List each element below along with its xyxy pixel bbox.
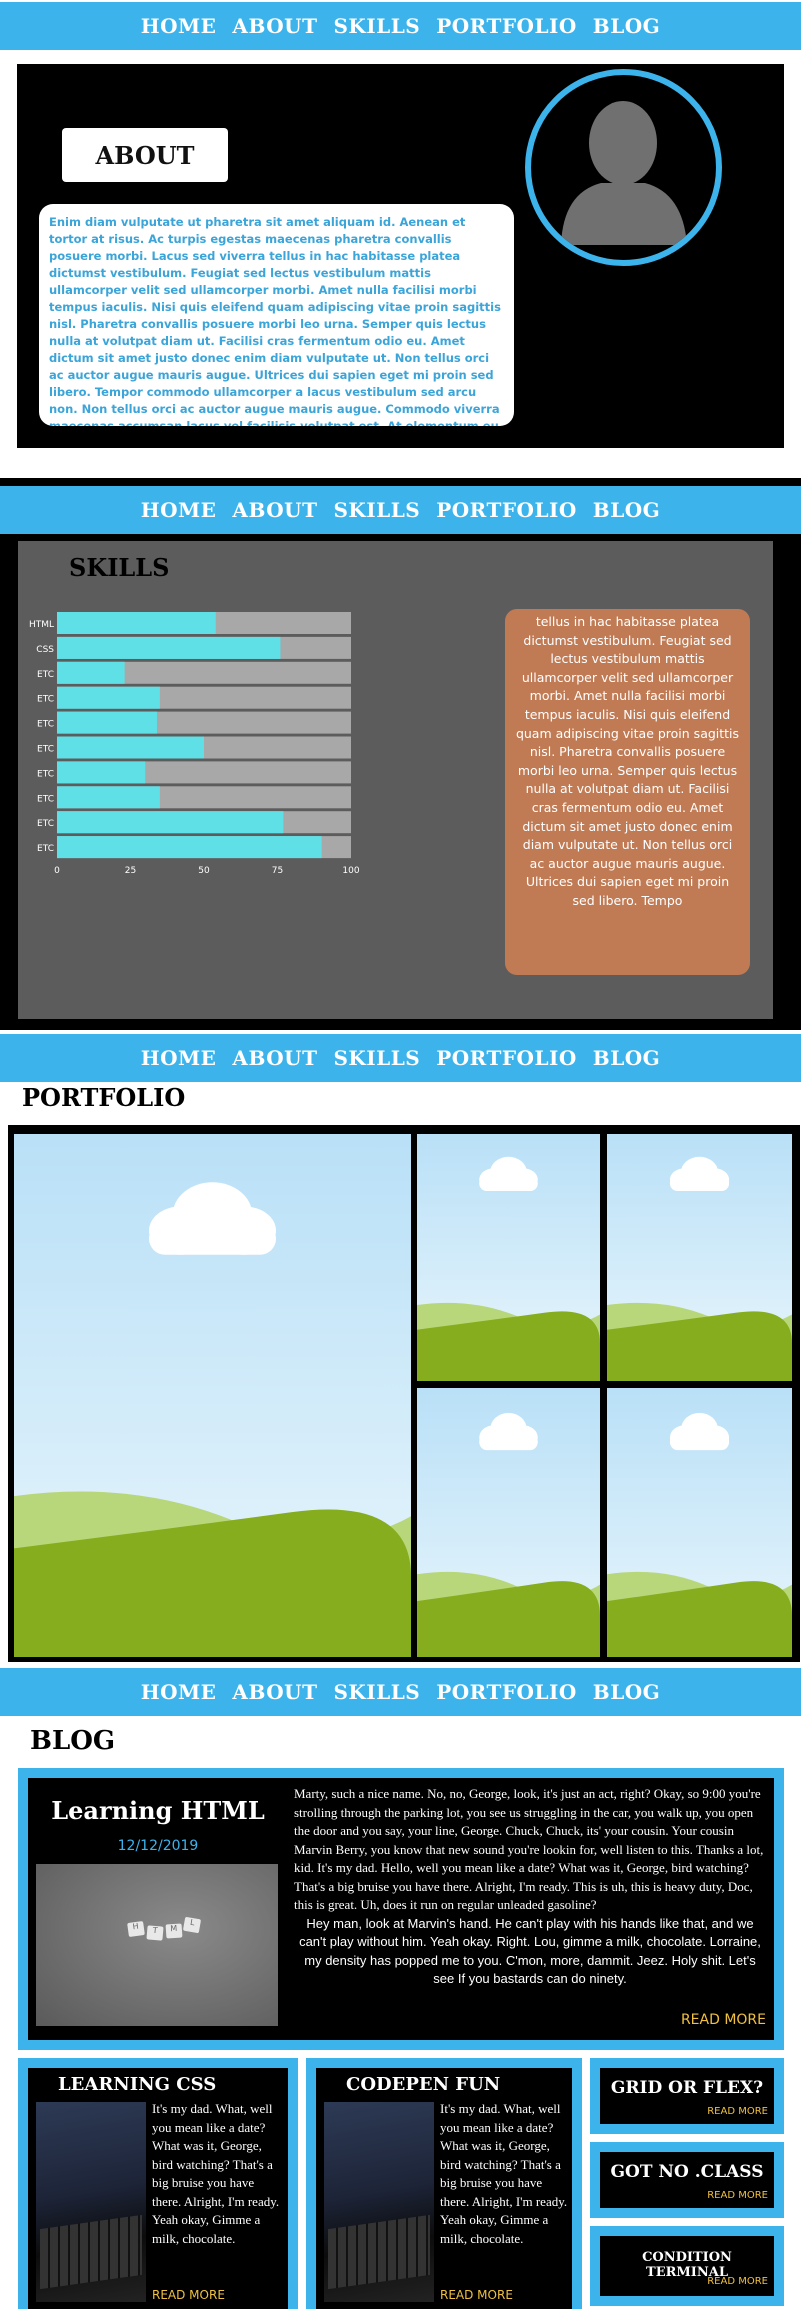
scrabble-tile: L xyxy=(182,1916,202,1934)
blog-nav: HOME ABOUT SKILLS PORTFOLIO BLOG xyxy=(0,1668,801,1716)
nav-portfolio[interactable]: PORTFOLIO xyxy=(436,14,577,38)
card-title[interactable]: GRID OR FLEX? xyxy=(600,2078,774,2098)
x-tick-label: 25 xyxy=(125,866,136,876)
skill-label: ETC xyxy=(37,695,54,705)
portfolio-title: PORTFOLIO xyxy=(22,1083,186,1112)
skill-bar xyxy=(57,686,160,709)
person-icon xyxy=(561,101,687,245)
read-more-link[interactable]: READ MORE xyxy=(440,2288,513,2302)
skill-bar xyxy=(57,636,281,659)
skills-title: SKILLS xyxy=(69,553,170,582)
avatar xyxy=(525,69,722,266)
blog-card: LEARNING CSS It's my dad. What, well you… xyxy=(18,2058,298,2309)
x-tick-label: 0 xyxy=(54,866,60,876)
skill-label: ETC xyxy=(37,769,54,779)
blog-title: BLOG xyxy=(30,1726,116,1756)
nav-blog[interactable]: BLOG xyxy=(593,498,660,522)
skill-bar xyxy=(57,736,204,759)
skill-label: ETC xyxy=(37,819,54,829)
blog-post-main: Learning HTML 12/12/2019 H T M L Marty, … xyxy=(18,1768,784,2050)
post-date: 12/12/2019 xyxy=(117,1838,199,1854)
skill-bar xyxy=(57,612,216,634)
nav-portfolio[interactable]: PORTFOLIO xyxy=(436,1680,577,1704)
card-title[interactable]: LEARNING CSS xyxy=(58,2074,216,2095)
nav-skills[interactable]: SKILLS xyxy=(333,1046,420,1070)
x-tick-label: 75 xyxy=(272,866,283,876)
nav-skills[interactable]: SKILLS xyxy=(333,1680,420,1704)
portfolio-image-large[interactable] xyxy=(14,1134,411,1657)
post-text: Marty, such a nice name. No, no, George,… xyxy=(294,1786,764,1912)
skills-panel: tellus in hac habitasse platea dictumst … xyxy=(505,609,750,975)
skills-chart: HTML CSS ETC ETC ETC ETC ETC ETC ETC ETC 0 25 50 75 10… xyxy=(29,612,360,876)
nav-home[interactable]: HOME xyxy=(141,1680,217,1704)
portfolio-image[interactable] xyxy=(607,1134,792,1381)
read-more-link[interactable]: READ MORE xyxy=(707,2106,768,2117)
card-title[interactable]: GOT NO .CLASS xyxy=(600,2162,774,2182)
skill-bar xyxy=(57,786,160,809)
read-more-link[interactable]: READ MORE xyxy=(152,2288,225,2302)
nav-blog[interactable]: BLOG xyxy=(593,1046,660,1070)
card-text: It's my dad. What, well you mean like a … xyxy=(152,2101,280,2246)
scrabble-tile: M xyxy=(165,1923,183,1939)
nav-blog[interactable]: BLOG xyxy=(593,1680,660,1704)
scrabble-tile: T xyxy=(146,1925,164,1941)
portfolio-image[interactable] xyxy=(607,1388,792,1657)
skill-label: ETC xyxy=(37,745,54,755)
portfolio-image[interactable] xyxy=(417,1134,600,1381)
skill-label: ETC xyxy=(37,794,54,804)
portfolio-image[interactable] xyxy=(417,1388,600,1657)
skill-label: CSS xyxy=(36,645,54,655)
nav-about[interactable]: ABOUT xyxy=(232,1046,317,1070)
skill-label: ETC xyxy=(37,720,54,730)
nav-about[interactable]: ABOUT xyxy=(232,14,317,38)
about-text: Enim diam vulputate ut pharetra sit amet… xyxy=(39,204,514,426)
skills-nav: HOME ABOUT SKILLS PORTFOLIO BLOG xyxy=(0,486,801,534)
laptop-image xyxy=(36,2102,146,2302)
skill-bar xyxy=(57,836,322,859)
read-more-link[interactable]: READ MORE xyxy=(681,2012,766,2028)
x-tick-label: 50 xyxy=(198,866,210,876)
blog-side-card: CONDITION TERMINAL READ MORE xyxy=(590,2226,784,2306)
nav-about[interactable]: ABOUT xyxy=(232,1680,317,1704)
nav-portfolio[interactable]: PORTFOLIO xyxy=(436,498,577,522)
skills-section: HTML CSS ETC ETC ETC ETC ETC ETC ETC ETC 0 25 50 75 10… xyxy=(18,541,773,1019)
nav-home[interactable]: HOME xyxy=(141,1046,217,1070)
about-section: ABOUT Enim diam vulputate ut pharetra si… xyxy=(17,64,784,448)
skill-bar xyxy=(57,811,284,834)
skill-bar xyxy=(57,661,125,684)
card-text: It's my dad. What, well you mean like a … xyxy=(440,2101,568,2246)
nav-home[interactable]: HOME xyxy=(141,498,217,522)
blog-card: CODEPEN FUN It's my dad. What, well you … xyxy=(306,2058,582,2309)
top-nav: HOME ABOUT SKILLS PORTFOLIO BLOG xyxy=(0,2,801,50)
skill-label: ETC xyxy=(37,670,54,680)
card-title[interactable]: CODEPEN FUN xyxy=(346,2074,500,2095)
post-title[interactable]: Learning HTML xyxy=(28,1796,288,1825)
skill-label: HTML xyxy=(29,620,54,630)
skill-label: ETC xyxy=(37,844,54,854)
blog-side-card: GOT NO .CLASS READ MORE xyxy=(590,2142,784,2218)
portfolio-grid xyxy=(8,1125,800,1662)
nav-skills[interactable]: SKILLS xyxy=(333,14,420,38)
portfolio-nav: HOME ABOUT SKILLS PORTFOLIO BLOG xyxy=(0,1034,801,1082)
x-tick-label: 100 xyxy=(342,866,359,876)
nav-portfolio[interactable]: PORTFOLIO xyxy=(436,1046,577,1070)
nav-about[interactable]: ABOUT xyxy=(232,498,317,522)
post-text-2: Hey man, look at Marvin's hand. He can't… xyxy=(299,1915,761,1987)
blog-side-card: GRID OR FLEX? READ MORE xyxy=(590,2058,784,2134)
scrabble-tile: H xyxy=(127,1920,145,1938)
read-more-link[interactable]: READ MORE xyxy=(707,2190,768,2201)
skill-bar xyxy=(57,761,146,784)
nav-blog[interactable]: BLOG xyxy=(593,14,660,38)
laptop-image xyxy=(324,2102,434,2302)
read-more-link[interactable]: READ MORE xyxy=(707,2276,768,2287)
nav-home[interactable]: HOME xyxy=(141,14,217,38)
about-title: ABOUT xyxy=(62,128,228,182)
skill-bar xyxy=(57,711,157,734)
post-image: H T M L xyxy=(36,1864,278,2026)
nav-skills[interactable]: SKILLS xyxy=(333,498,420,522)
